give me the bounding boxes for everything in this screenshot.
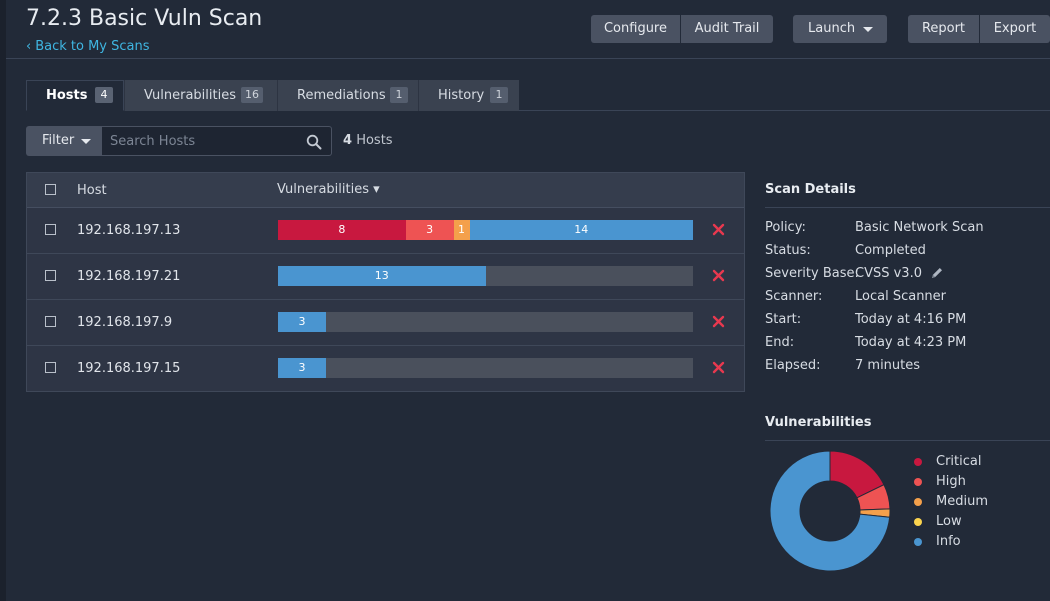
scan-detail-value: Today at 4:16 PM (855, 312, 967, 327)
export-button[interactable]: Export (980, 15, 1050, 43)
vulnerabilities-chart-title: Vulnerabilities (765, 415, 872, 430)
legend-dot-icon (914, 498, 922, 506)
vulnerability-bar[interactable]: 3 (278, 312, 693, 332)
vulnerability-bar[interactable]: 8 3 1 14 (278, 220, 693, 240)
legend-label: Critical (936, 454, 982, 469)
scan-detail-value: Completed (855, 243, 926, 258)
scan-detail-value: Basic Network Scan (855, 220, 984, 235)
vulnerability-bar[interactable]: 13 (278, 266, 693, 286)
bar-segment-medium[interactable]: 1 (453, 220, 470, 240)
legend-dot-icon (914, 458, 922, 466)
report-button[interactable]: Report (908, 15, 979, 43)
table-row[interactable]: 192.168.197.21 13 (27, 254, 744, 300)
tab-hosts[interactable]: Hosts 4 (26, 80, 124, 111)
remove-host-icon[interactable] (712, 223, 725, 236)
row-checkbox[interactable] (45, 224, 56, 235)
scan-detail-value: Local Scanner (855, 289, 947, 304)
legend-dot-icon (914, 478, 922, 486)
scan-details-divider (765, 207, 1050, 208)
search-icon[interactable] (306, 134, 322, 150)
scan-detail-value: Today at 4:23 PM (855, 335, 967, 350)
column-header-host[interactable]: Host (77, 183, 107, 198)
scan-detail-label: Start: (765, 312, 802, 327)
remove-host-icon[interactable] (712, 269, 725, 282)
vulnerability-bar[interactable]: 3 (278, 358, 693, 378)
scan-detail-label: Scanner: (765, 289, 823, 304)
tab-history-label: History (438, 88, 485, 103)
bar-segment-critical[interactable]: 8 (278, 220, 406, 240)
tab-remediations-label: Remediations (297, 88, 386, 103)
host-count: 4 Hosts (343, 133, 393, 148)
filter-button[interactable]: Filter (26, 126, 102, 156)
search-input[interactable] (110, 127, 300, 155)
filter-label: Filter (42, 133, 75, 148)
hosts-table: Host Vulnerabilities ▾ 192.168.197.13 8 3 1… (26, 172, 745, 392)
search-box (102, 126, 332, 156)
row-checkbox[interactable] (45, 270, 56, 281)
scan-detail-value: 7 minutes (855, 358, 921, 373)
select-all-checkbox[interactable] (45, 184, 56, 195)
row-checkbox[interactable] (45, 316, 56, 327)
caret-down-icon (863, 27, 873, 32)
tab-history[interactable]: History 1 (418, 80, 519, 111)
scan-detail-label: Elapsed: (765, 358, 821, 373)
caret-down-icon (81, 139, 91, 144)
page-title: 7.2.3 Basic Vuln Scan (26, 6, 263, 31)
column-header-vulnerabilities[interactable]: Vulnerabilities ▾ (277, 182, 380, 197)
chevron-left-icon: ‹ (26, 39, 32, 54)
tab-remediations-count: 1 (390, 87, 408, 103)
tab-remediations[interactable]: Remediations 1 (277, 80, 418, 111)
audit-trail-button[interactable]: Audit Trail (681, 15, 773, 43)
scan-detail-label: Severity Base: (765, 266, 859, 281)
launch-label: Launch (808, 21, 856, 36)
host-ip[interactable]: 192.168.197.21 (77, 269, 180, 284)
tab-hosts-label: Hosts (46, 88, 88, 103)
scan-detail-value: CVSS v3.0 (855, 266, 922, 281)
legend-label: High (936, 474, 966, 489)
legend-dot-icon (914, 538, 922, 546)
tab-vulnerabilities-count: 16 (241, 87, 263, 103)
edit-pencil-icon[interactable] (930, 266, 944, 280)
scan-detail-label: Status: (765, 243, 811, 258)
tab-vulnerabilities-label: Vulnerabilities (144, 88, 236, 103)
launch-button[interactable]: Launch (793, 15, 887, 43)
configure-button[interactable]: Configure (591, 15, 680, 43)
left-edge (0, 0, 6, 601)
tab-vulnerabilities[interactable]: Vulnerabilities 16 (124, 80, 277, 111)
bar-segment-high[interactable]: 3 (405, 220, 454, 240)
bar-segment-info[interactable]: 13 (278, 266, 486, 286)
scan-details-title: Scan Details (765, 182, 856, 197)
tab-history-count: 1 (490, 87, 508, 103)
scan-detail-label: End: (765, 335, 795, 350)
top-bar: 7.2.3 Basic Vuln Scan ‹ Back to My Scans (6, 0, 1050, 59)
bar-segment-info[interactable]: 3 (278, 312, 326, 332)
vulnerabilities-donut-chart (769, 450, 891, 572)
legend-label: Info (936, 534, 961, 549)
back-link-label: Back to My Scans (35, 39, 150, 54)
bar-segment-info[interactable]: 14 (469, 220, 693, 240)
remove-host-icon[interactable] (712, 315, 725, 328)
back-to-scans-link[interactable]: ‹ Back to My Scans (26, 39, 150, 54)
table-row[interactable]: 192.168.197.13 8 3 1 14 (27, 208, 744, 254)
host-ip[interactable]: 192.168.197.13 (77, 223, 180, 238)
host-count-number: 4 (343, 133, 353, 148)
table-row[interactable]: 192.168.197.15 3 (27, 346, 744, 392)
table-header: Host Vulnerabilities ▾ (27, 173, 744, 208)
legend-dot-icon (914, 518, 922, 526)
vulnerabilities-divider (765, 440, 1050, 441)
legend-label: Low (936, 514, 962, 529)
tab-hosts-count: 4 (95, 87, 113, 103)
scan-detail-label: Policy: (765, 220, 806, 235)
row-checkbox[interactable] (45, 362, 56, 373)
table-row[interactable]: 192.168.197.9 3 (27, 300, 744, 346)
host-ip[interactable]: 192.168.197.9 (77, 315, 172, 330)
legend-label: Medium (936, 494, 988, 509)
host-ip[interactable]: 192.168.197.15 (77, 361, 180, 376)
remove-host-icon[interactable] (712, 361, 725, 374)
bar-segment-info[interactable]: 3 (278, 358, 326, 378)
host-count-text: Hosts (356, 133, 393, 148)
